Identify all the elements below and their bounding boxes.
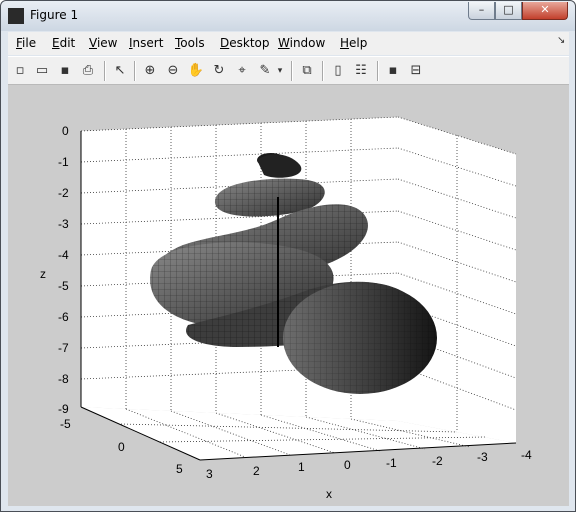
z-tick-label: -1 [58,155,69,169]
matlab-icon [8,8,24,24]
menu-view[interactable]: View [89,36,117,50]
save-icon[interactable]: ▪ [56,62,74,80]
figure-toolbar: ▫ ▭ ▪ ⎙ ↖ ⊕ ⊖ ✋ ↻ ⌖ ✎ ▾ ⧉ ▯ ☷ ▪ ⊟ [8,56,569,85]
x-tick-label: 3 [206,467,213,481]
brush-dropdown-icon[interactable]: ▾ [275,62,285,80]
z-tick-label: -5 [58,279,69,293]
title-bar[interactable]: Figure 1 – □ ✕ [1,1,575,31]
z-axis-label: z [40,267,46,281]
menu-tools[interactable]: Tools [175,36,205,50]
menu-window[interactable]: Window [278,36,325,50]
x-tick-label: 2 [253,464,260,478]
x-tick-label: 0 [344,458,351,472]
menu-help[interactable]: Help [340,36,367,50]
z-tick-label: -6 [58,310,69,324]
dock-arrow-icon[interactable]: ↘ [557,35,565,46]
x-tick-label: -1 [386,456,397,470]
toolbar-separator [134,61,136,81]
x-axis-label: x [326,487,332,501]
toolbar-separator [322,61,324,81]
menu-file[interactable]: File [16,36,36,50]
toolbar-separator [377,61,379,81]
menu-edit[interactable]: Edit [52,36,75,50]
z-tick-label: -2 [58,186,69,200]
edit-plot-icon[interactable]: ↖ [111,62,129,80]
z-axis-ticks: 0 -1 -2 -3 -4 -5 -6 -7 -8 -9 [58,124,69,416]
menu-bar: File Edit View Insert Tools Desktop Wind… [8,32,569,55]
z-tick-label: -4 [58,248,69,262]
data-cursor-icon[interactable]: ⌖ [233,62,251,80]
brush-icon[interactable]: ✎ [256,62,274,80]
x-tick-label: -4 [521,448,532,462]
link-plot-icon[interactable]: ⧉ [298,62,316,80]
maximize-button[interactable]: □ [495,2,522,20]
minimize-button[interactable]: – [468,2,495,20]
rotate-3d-icon[interactable]: ↻ [210,62,228,80]
hide-plot-tools-icon[interactable]: ▪ [384,62,402,80]
toolbar-separator [104,61,106,81]
new-figure-icon[interactable]: ▫ [11,62,29,80]
figure-canvas[interactable]: 0 -1 -2 -3 -4 -5 -6 -7 -8 -9 z -5 0 5 3 [8,85,569,506]
window-title: Figure 1 [30,8,79,22]
menu-insert[interactable]: Insert [129,36,163,50]
open-file-icon[interactable]: ▭ [33,62,51,80]
pan-icon[interactable]: ✋ [187,62,205,80]
print-icon[interactable]: ⎙ [79,62,97,80]
close-button[interactable]: ✕ [522,2,568,20]
z-tick-label: -7 [58,341,69,355]
x-tick-label: -2 [432,454,443,468]
legend-icon[interactable]: ☷ [352,62,370,80]
y-tick-label: 5 [176,462,183,476]
menu-desktop[interactable]: Desktop [220,36,270,50]
surface-plot[interactable]: 0 -1 -2 -3 -4 -5 -6 -7 -8 -9 z -5 0 5 3 [8,85,569,506]
x-tick-label: 1 [298,460,305,474]
z-tick-label: -3 [58,217,69,231]
z-tick-label: 0 [62,124,69,138]
colorbar-icon[interactable]: ▯ [329,62,347,80]
figure-window: Figure 1 – □ ✕ File Edit View Insert Too… [0,0,576,512]
toolbar-separator [291,61,293,81]
z-tick-label: -9 [58,402,69,416]
y-tick-label: 0 [118,440,125,454]
y-tick-label: -5 [60,417,71,431]
zoom-out-icon[interactable]: ⊖ [164,62,182,80]
x-tick-label: -3 [477,450,488,464]
zoom-in-icon[interactable]: ⊕ [141,62,159,80]
show-plot-tools-icon[interactable]: ⊟ [407,62,425,80]
z-tick-label: -8 [58,372,69,386]
